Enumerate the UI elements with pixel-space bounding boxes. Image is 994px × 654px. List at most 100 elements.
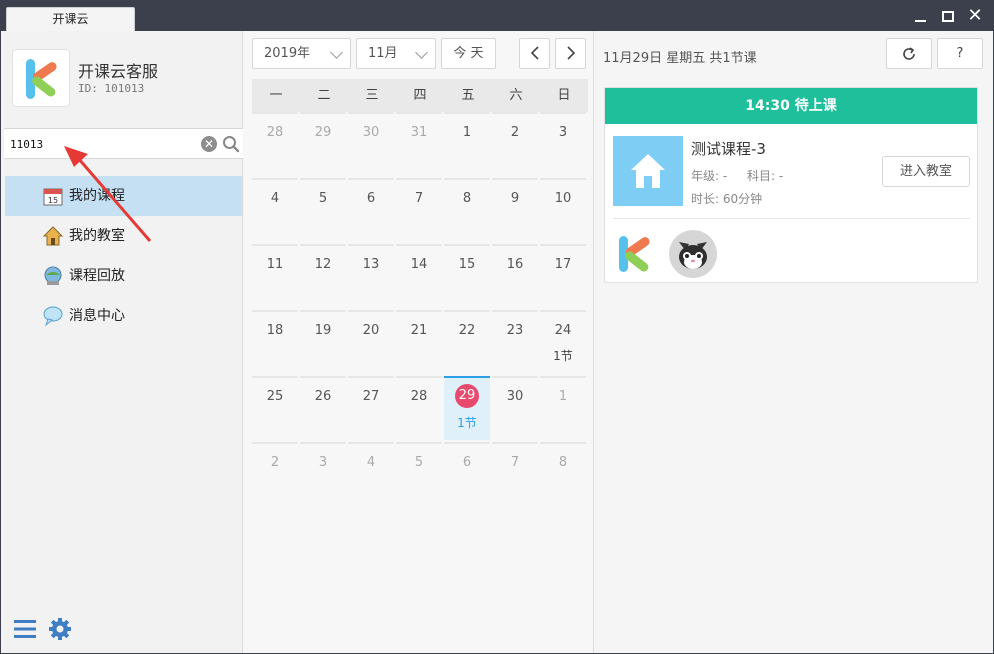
help-button[interactable]: ? xyxy=(937,38,983,69)
clear-icon[interactable]: ✕ xyxy=(201,136,217,152)
help-icon: ? xyxy=(956,46,964,61)
gear-icon[interactable] xyxy=(48,617,72,641)
day-number: 9 xyxy=(510,191,520,206)
day-number: 30 xyxy=(506,389,524,404)
day-number: 28 xyxy=(266,125,284,140)
search-icon[interactable] xyxy=(222,135,240,153)
app-id: ID: 101013 xyxy=(78,82,145,95)
calendar-day[interactable]: 2 xyxy=(492,112,538,176)
day-number: 2 xyxy=(270,455,280,470)
day-number: 28 xyxy=(410,389,428,404)
menu-icon[interactable] xyxy=(14,618,36,640)
minimize-button[interactable] xyxy=(907,4,933,28)
weekday-label: 六 xyxy=(509,88,523,103)
app-name: 开课云客服 xyxy=(78,62,159,81)
calendar-day[interactable]: 3 xyxy=(300,442,346,506)
calendar-day[interactable]: 4 xyxy=(348,442,394,506)
card-divider xyxy=(613,218,970,219)
calendar-day[interactable]: 16 xyxy=(492,244,538,308)
day-number: 22 xyxy=(458,323,476,338)
day-number: 19 xyxy=(314,323,332,338)
day-number: 4 xyxy=(270,191,280,206)
calendar-day[interactable]: 8 xyxy=(540,442,586,506)
today-button[interactable]: 今 天 xyxy=(441,38,496,69)
day-number: 12 xyxy=(314,257,332,272)
day-number: 29 xyxy=(455,384,479,408)
calendar-day[interactable]: 5 xyxy=(396,442,442,506)
calendar-day[interactable]: 25 xyxy=(252,376,298,440)
calendar-day[interactable]: 30 xyxy=(348,112,394,176)
sidebar-item-course-replay[interactable]: 课程回放 xyxy=(5,256,242,296)
calendar-day[interactable]: 29 xyxy=(300,112,346,176)
calendar-day[interactable]: 6 xyxy=(348,178,394,242)
calendar-day[interactable]: 13 xyxy=(348,244,394,308)
calendar-day[interactable]: 4 xyxy=(252,178,298,242)
close-button[interactable]: ✕ xyxy=(962,4,988,28)
day-number: 30 xyxy=(362,125,380,140)
calendar-day[interactable]: 23 xyxy=(492,310,538,374)
month-select[interactable]: 11月 xyxy=(356,38,436,69)
calendar-icon: 15 xyxy=(43,188,63,206)
calendar-day[interactable]: 12 xyxy=(300,244,346,308)
calendar-day[interactable]: 24 1节 xyxy=(540,310,586,374)
calendar-day[interactable]: 17 xyxy=(540,244,586,308)
calendar-day[interactable]: 18 xyxy=(252,310,298,374)
course-grade: 年级: - xyxy=(691,169,728,183)
calendar-day[interactable]: 22 xyxy=(444,310,490,374)
avatar[interactable] xyxy=(669,230,717,278)
year-select-value: 2019年 xyxy=(264,46,311,61)
sidebar-item-message-center[interactable]: 消息中心 xyxy=(5,296,242,336)
window-tab-label: 开课云 xyxy=(52,12,89,26)
calendar-day[interactable]: 31 xyxy=(396,112,442,176)
window-tab[interactable]: 开课云 xyxy=(6,7,135,31)
calendar-day[interactable]: 26 xyxy=(300,376,346,440)
year-select[interactable]: 2019年 xyxy=(252,38,351,69)
calendar-day[interactable]: 7 xyxy=(396,178,442,242)
calendar-day[interactable]: 6 xyxy=(444,442,490,506)
avatar[interactable] xyxy=(613,230,661,278)
calendar-day[interactable]: 8 xyxy=(444,178,490,242)
calendar-day-today[interactable]: 29 1节 xyxy=(444,376,490,440)
next-month-button[interactable] xyxy=(555,38,586,69)
calendar-day[interactable]: 5 xyxy=(300,178,346,242)
calendar-day[interactable]: 1 xyxy=(444,112,490,176)
chevron-down-icon xyxy=(330,46,343,59)
enter-classroom-label: 进入教室 xyxy=(899,164,952,179)
house-icon xyxy=(42,226,64,246)
chat-bubble-icon xyxy=(43,306,63,327)
search-input[interactable] xyxy=(10,136,190,152)
close-icon: ✕ xyxy=(967,5,983,26)
calendar-day[interactable]: 30 xyxy=(492,376,538,440)
calendar-day[interactable]: 27 xyxy=(348,376,394,440)
enter-classroom-button[interactable]: 进入教室 xyxy=(882,156,970,187)
calendar-day[interactable]: 19 xyxy=(300,310,346,374)
calendar-day[interactable]: 28 xyxy=(396,376,442,440)
calendar-day[interactable]: 9 xyxy=(492,178,538,242)
calendar-day[interactable]: 21 xyxy=(396,310,442,374)
calendar-day[interactable]: 15 xyxy=(444,244,490,308)
calendar-day[interactable]: 3 xyxy=(540,112,586,176)
lesson-count: 1节 xyxy=(553,349,573,363)
sidebar-item-my-classroom[interactable]: 我的教室 xyxy=(5,216,242,256)
calendar-day[interactable]: 20 xyxy=(348,310,394,374)
day-number: 1 xyxy=(558,389,568,404)
refresh-button[interactable] xyxy=(886,38,932,69)
day-number: 1 xyxy=(462,125,472,140)
calendar-day[interactable]: 1 xyxy=(540,376,586,440)
calendar-day[interactable]: 7 xyxy=(492,442,538,506)
calendar-day[interactable]: 11 xyxy=(252,244,298,308)
sidebar-nav: 15 我的课程 我的教室 课程回放 消息中心 xyxy=(5,176,242,336)
weekday-label: 四 xyxy=(413,88,427,103)
calendar-day[interactable]: 10 xyxy=(540,178,586,242)
day-number: 16 xyxy=(506,257,524,272)
day-number: 14 xyxy=(410,257,428,272)
replay-icon xyxy=(44,266,62,285)
calendar-day[interactable]: 28 xyxy=(252,112,298,176)
sidebar-item-my-courses[interactable]: 15 我的课程 xyxy=(5,176,242,216)
maximize-button[interactable] xyxy=(935,4,961,28)
calendar-day[interactable]: 2 xyxy=(252,442,298,506)
prev-month-button[interactable] xyxy=(519,38,550,69)
day-number: 7 xyxy=(510,455,520,470)
sidebar: 开课云客服 ID: 101013 ✕ 15 我的课程 xyxy=(1,31,243,653)
calendar-day[interactable]: 14 xyxy=(396,244,442,308)
